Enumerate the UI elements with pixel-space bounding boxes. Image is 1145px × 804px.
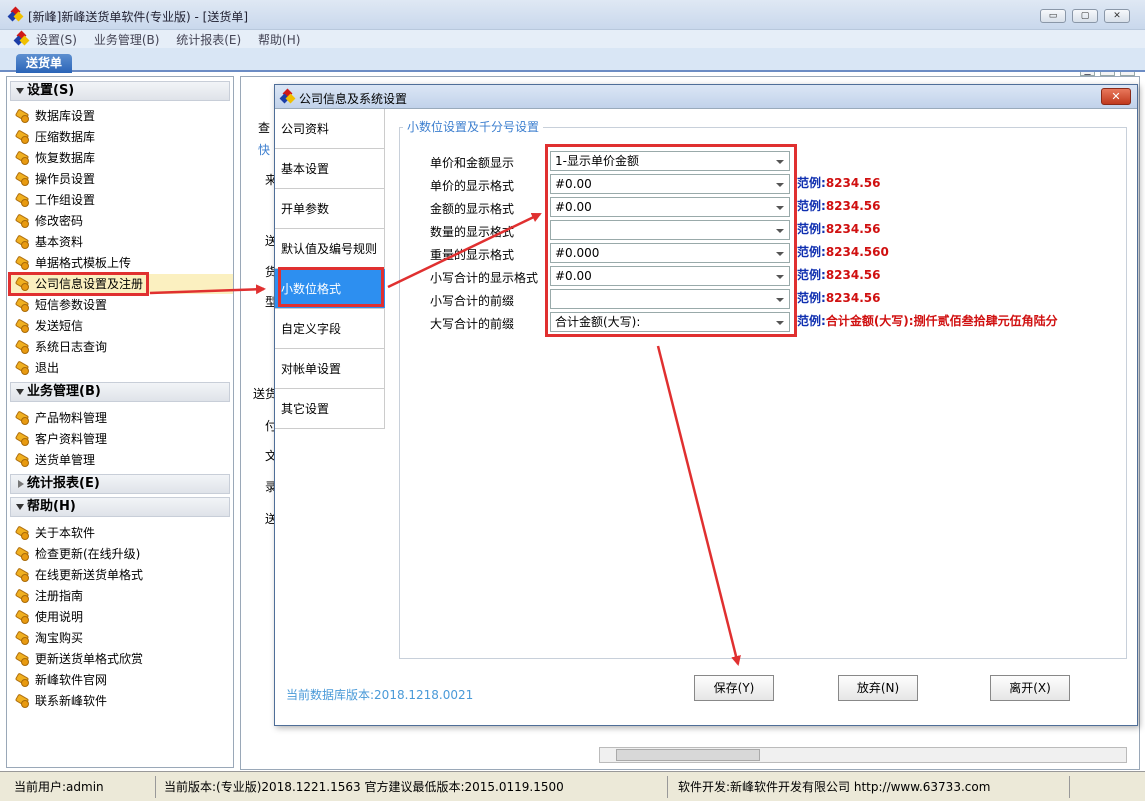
arrow-sidebar-to-nav bbox=[149, 284, 266, 295]
arrow-nav-to-fields bbox=[387, 212, 542, 289]
status-developer: 软件开发:新峰软件开发有限公司 http://www.63733.com bbox=[672, 776, 1070, 798]
arrow-fields-to-save bbox=[656, 345, 741, 666]
annotation-arrows bbox=[149, 212, 741, 666]
status-bar: 当前用户:admin 当前版本:(专业版)2018.1221.1563 官方建议… bbox=[0, 771, 1145, 801]
status-user: 当前用户:admin bbox=[8, 776, 156, 798]
status-version: 当前版本:(专业版)2018.1221.1563 官方建议最低版本:2015.0… bbox=[158, 776, 668, 798]
